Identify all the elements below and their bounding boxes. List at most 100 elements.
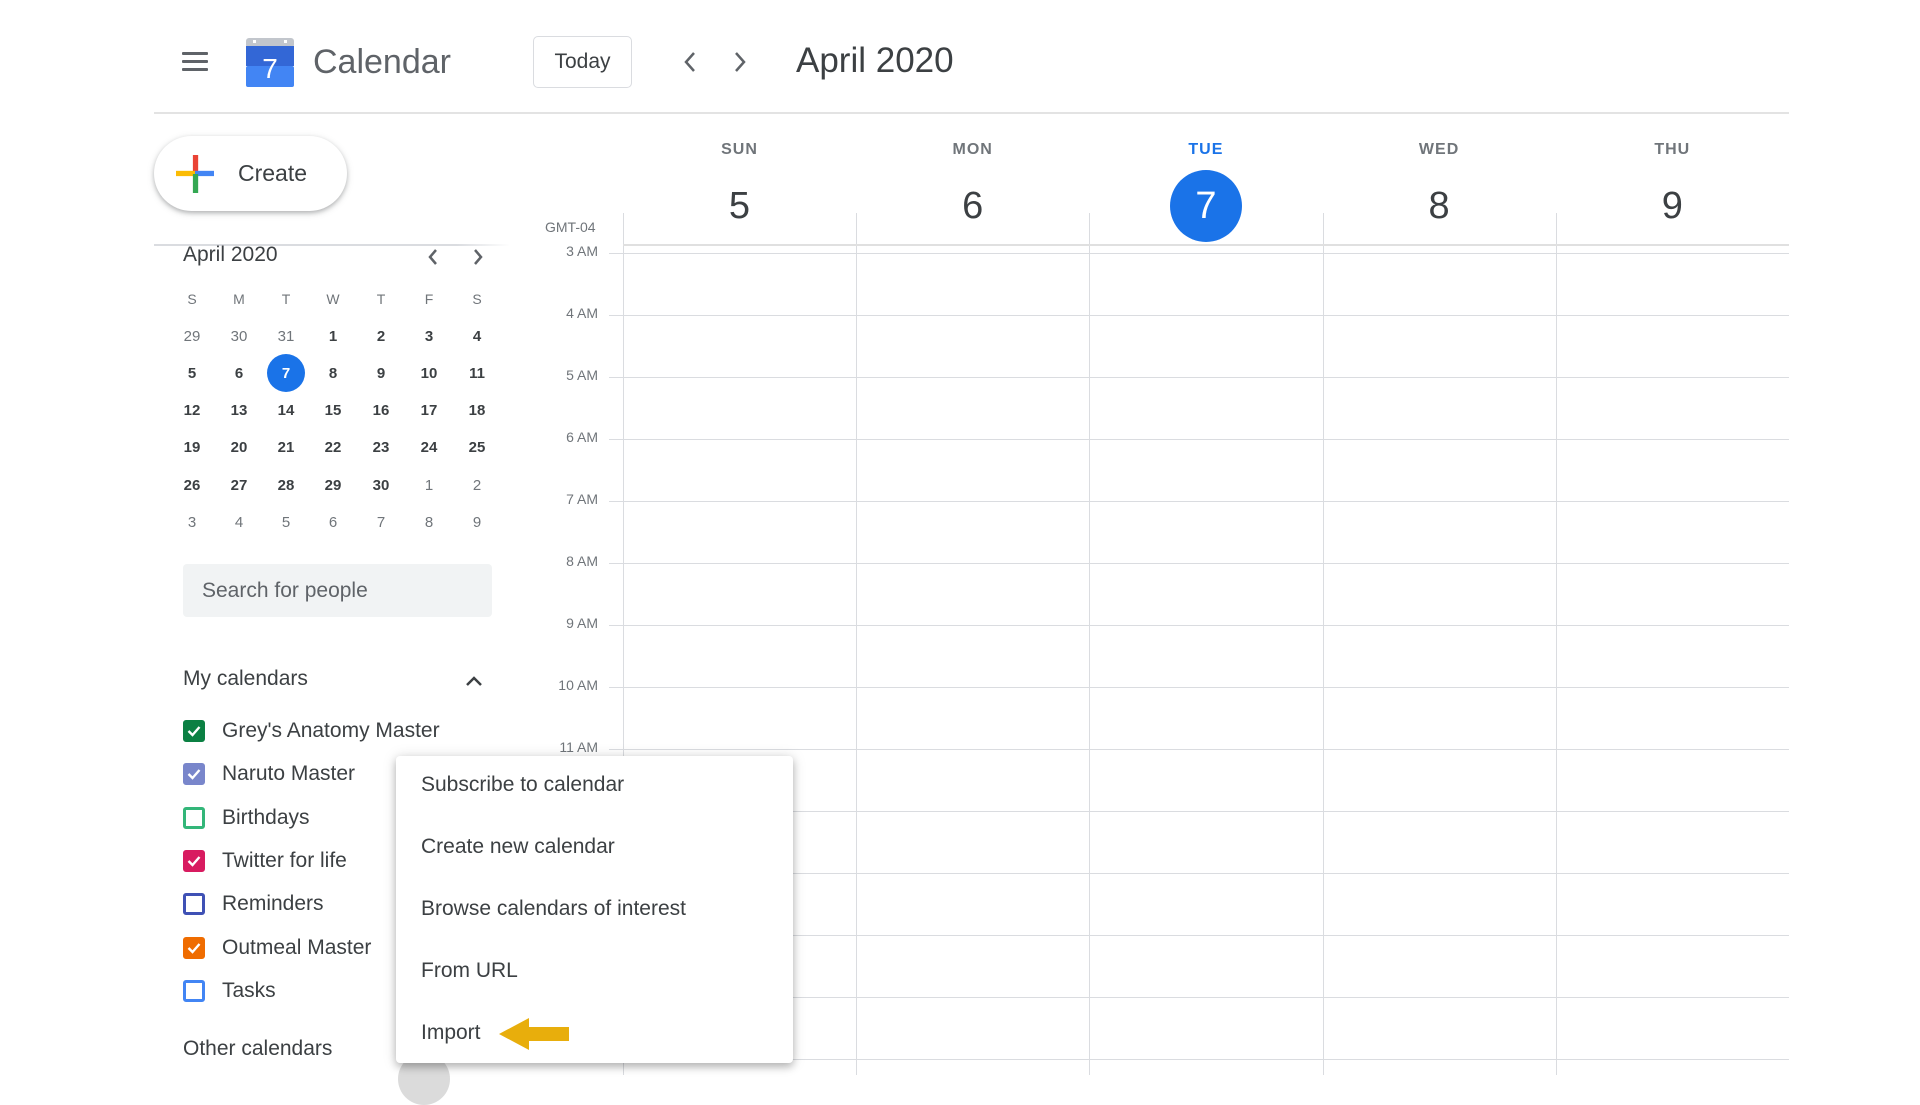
day-number[interactable]: 5 [704, 170, 776, 242]
mini-calendar-day[interactable]: 22 [313, 428, 353, 468]
app-title: Calendar [313, 43, 451, 81]
create-label: Create [238, 160, 308, 186]
checkbox-unchecked[interactable] [183, 806, 205, 829]
mini-calendar-day[interactable]: 10 [409, 353, 449, 393]
mini-calendar-day[interactable]: 28 [266, 465, 306, 505]
mini-calendar-day[interactable]: 9 [457, 502, 497, 542]
mini-calendar-day[interactable]: 1 [313, 316, 353, 356]
mini-calendar-day[interactable]: 2 [457, 465, 497, 505]
checkbox-unchecked[interactable] [183, 979, 205, 1002]
checkbox-unchecked[interactable] [183, 893, 205, 916]
mini-calendar-day[interactable]: 23 [361, 428, 401, 468]
other-calendars-heading: Other calendars [183, 1037, 333, 1060]
day-number[interactable]: 9 [1636, 170, 1708, 242]
mini-calendar-day[interactable]: 1 [409, 465, 449, 505]
mini-calendar-day[interactable]: 13 [219, 391, 259, 431]
mini-calendar-title: April 2020 [183, 243, 278, 266]
mini-calendar-day[interactable]: 25 [457, 428, 497, 468]
day-column-divider [1556, 213, 1557, 1075]
mini-calendar-day[interactable]: 4 [457, 316, 497, 356]
mini-calendar-day[interactable]: 19 [172, 428, 212, 468]
mini-calendar-day[interactable]: 26 [172, 465, 212, 505]
hour-gridline [609, 377, 1789, 378]
calendar-name: Grey's Anatomy Master [222, 719, 440, 742]
hour-gridline [609, 749, 1789, 750]
mini-calendar-day[interactable]: 8 [313, 353, 353, 393]
mini-calendar-day[interactable]: 5 [172, 353, 212, 393]
mini-calendar-day[interactable]: 21 [266, 428, 306, 468]
main-menu-button[interactable] [180, 50, 210, 74]
mini-calendar-day[interactable]: 8 [409, 502, 449, 542]
hour-label: 6 AM [566, 429, 598, 445]
next-week-button[interactable] [723, 45, 757, 79]
mini-calendar-day[interactable]: 30 [361, 465, 401, 505]
day-header: SUN 5 [623, 138, 856, 242]
calendar-list-item[interactable]: Twitter for life [183, 844, 347, 878]
arrow-left-icon [499, 1018, 569, 1050]
mini-calendar-next-button[interactable] [461, 240, 495, 274]
calendar-name: Reminders [222, 892, 324, 916]
mini-calendar-day[interactable]: 3 [172, 502, 212, 542]
mini-calendar-day[interactable]: 24 [409, 428, 449, 468]
mini-calendar-day[interactable]: 6 [313, 502, 353, 542]
mini-calendar-day[interactable]: 5 [266, 502, 306, 542]
day-number[interactable]: 8 [1403, 170, 1475, 242]
mini-calendar-day[interactable]: 18 [457, 391, 497, 431]
day-number-today[interactable]: 7 [1169, 170, 1242, 242]
calendar-name: Tasks [222, 978, 276, 1002]
add-calendar-menu: Subscribe to calendar Create new calenda… [396, 756, 793, 1063]
my-calendars-collapse-button[interactable] [458, 665, 490, 697]
checkbox-checked[interactable] [183, 720, 205, 742]
mini-calendar-day[interactable]: 7 [361, 502, 401, 542]
menu-item-subscribe[interactable]: Subscribe to calendar [396, 754, 793, 816]
create-button[interactable]: Create [154, 136, 347, 211]
mini-calendar-day[interactable]: 2 [361, 316, 401, 356]
search-people-input[interactable] [183, 564, 492, 617]
today-button[interactable]: Today [533, 36, 632, 88]
mini-calendar-day[interactable]: 31 [266, 316, 306, 356]
menu-item-create-new[interactable]: Create new calendar [396, 816, 793, 878]
mini-calendar-day[interactable]: 6 [219, 353, 259, 393]
calendar-list-item[interactable]: Reminders [183, 887, 324, 921]
week-header-divider [623, 244, 1789, 246]
hour-gridline [609, 501, 1789, 502]
calendar-list-item[interactable]: Birthdays [183, 801, 310, 835]
mini-calendar-day[interactable]: 20 [219, 428, 259, 468]
mini-calendar-day[interactable]: 29 [313, 465, 353, 505]
mini-calendar-day[interactable]: 9 [361, 353, 401, 393]
calendar-list-item[interactable]: Naruto Master [183, 757, 355, 791]
mini-calendar-day[interactable]: 11 [457, 353, 497, 393]
mini-calendar-prev-button[interactable] [416, 240, 450, 274]
calendar-list-item[interactable]: Outmeal Master [183, 931, 371, 965]
mini-calendar-day[interactable]: 30 [219, 316, 259, 356]
menu-item-browse[interactable]: Browse calendars of interest [396, 878, 793, 940]
hamburger-menu-icon-bar [182, 68, 208, 71]
menu-item-label: From URL [421, 959, 518, 982]
checkbox-checked[interactable] [183, 849, 205, 872]
menu-item-import[interactable]: Import [396, 1002, 793, 1064]
day-number[interactable]: 6 [937, 170, 1009, 242]
mini-calendar-day[interactable]: 14 [266, 391, 306, 431]
mini-calendar-day[interactable]: 29 [172, 316, 212, 356]
calendar-list-item[interactable]: Tasks [183, 974, 276, 1008]
menu-item-from-url[interactable]: From URL [396, 940, 793, 1002]
mini-calendar-weekday: S [472, 291, 482, 307]
mini-calendar-day[interactable]: 3 [409, 316, 449, 356]
day-name: TUE [1188, 141, 1224, 158]
day-header: WED 8 [1323, 138, 1556, 242]
mini-calendar-day[interactable]: 12 [172, 391, 212, 431]
checkbox-checked[interactable] [183, 763, 205, 786]
day-name: MON [952, 141, 993, 158]
hour-gridline [609, 687, 1789, 688]
chevron-right-icon [735, 52, 746, 72]
previous-week-button[interactable] [673, 45, 707, 79]
mini-calendar-day[interactable]: 17 [409, 391, 449, 431]
day-name: THU [1654, 141, 1691, 158]
mini-calendar-day[interactable]: 4 [219, 502, 259, 542]
mini-calendar-day[interactable]: 15 [313, 391, 353, 431]
checkbox-checked[interactable] [183, 936, 205, 959]
mini-calendar-day-today[interactable]: 7 [267, 354, 305, 393]
mini-calendar-day[interactable]: 27 [219, 465, 259, 505]
mini-calendar-day[interactable]: 16 [361, 391, 401, 431]
calendar-list-item[interactable]: Grey's Anatomy Master [183, 714, 440, 748]
